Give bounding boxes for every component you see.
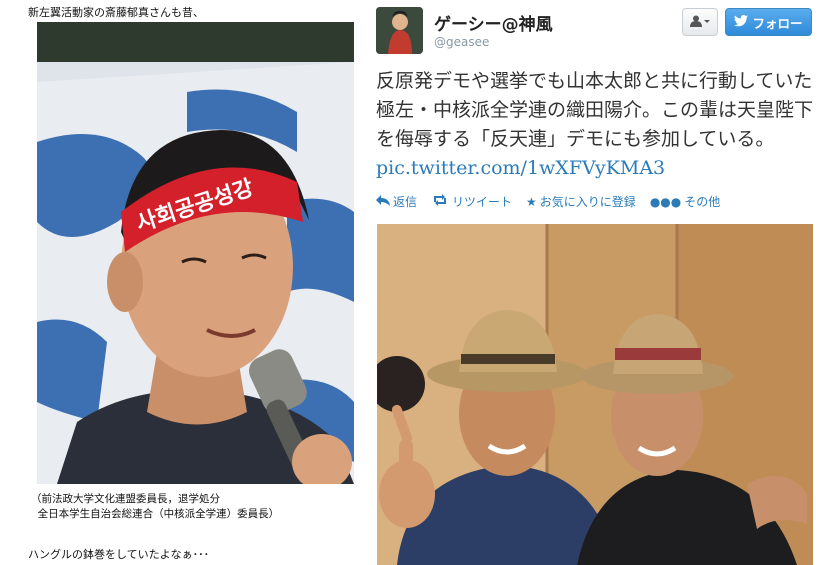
blog-panel: 新左翼活動家の斎藤郁真さんも昔、 사회공공성강 （前法政大学文化連盟委員長，退学… bbox=[0, 0, 365, 565]
retweet-label: リツイート bbox=[452, 195, 513, 209]
star-icon: ★ bbox=[526, 194, 537, 209]
caption-line-1: （前法政大学文化連盟委員長，退学処分 bbox=[31, 493, 220, 505]
tweet-body: 反原発デモや選挙でも山本太郎と共に行動していた極左・中核派全学連の織田陽介。この… bbox=[376, 70, 814, 150]
tweet-card: ゲーシー@神風 @geasee フォロー 反原発デモや選挙でも山本太郎と共に行動… bbox=[368, 0, 820, 565]
reply-label: 返信 bbox=[393, 195, 418, 209]
reply-action[interactable]: 返信 bbox=[376, 193, 417, 210]
tweet-media-link[interactable]: pic.twitter.com/1wXFVyKMA3 bbox=[376, 157, 665, 179]
follow-label: フォロー bbox=[752, 15, 803, 31]
favorite-action[interactable]: ★ お気に入りに登録 bbox=[526, 193, 636, 210]
user-handle[interactable]: @geasee bbox=[434, 35, 489, 49]
follow-button[interactable]: フォロー bbox=[725, 8, 812, 36]
more-dots-icon: ●●● bbox=[649, 194, 682, 209]
caption-line-2: 全日本学生自治会総連合（中核派全学連）委員長） bbox=[31, 508, 280, 520]
favorite-label: お気に入りに登録 bbox=[539, 195, 636, 209]
retweet-action[interactable]: リツイート bbox=[431, 193, 512, 210]
twitter-bird-icon bbox=[734, 14, 749, 30]
avatar[interactable] bbox=[376, 7, 423, 54]
more-label: その他 bbox=[684, 195, 721, 209]
caption-bottom: ハングルの鉢巻をしていたよなぁ･･･ bbox=[28, 548, 210, 561]
tweet-actions: 返信 リツイート ★ お気に入りに登録 ●●● その他 bbox=[376, 193, 720, 210]
tweet-text: 反原発デモや選挙でも山本太郎と共に行動していた極左・中核派全学連の織田陽介。この… bbox=[376, 67, 816, 183]
attached-photo-illustration bbox=[377, 224, 813, 565]
retweet-icon bbox=[431, 194, 449, 209]
reply-icon bbox=[376, 194, 390, 209]
avatar-image bbox=[376, 7, 423, 54]
caption-details: （前法政大学文化連盟委員長，退学処分 全日本学生自治会総連合（中核派全学連）委員… bbox=[31, 492, 279, 522]
attached-photo[interactable] bbox=[377, 224, 813, 565]
activist-photo-illustration: 사회공공성강 bbox=[37, 22, 354, 484]
more-action[interactable]: ●●● その他 bbox=[650, 193, 720, 210]
display-name[interactable]: ゲーシー@神風 bbox=[434, 10, 553, 35]
caption-top: 新左翼活動家の斎藤郁真さんも昔、 bbox=[28, 6, 204, 19]
activist-photo: 사회공공성강 bbox=[37, 22, 354, 484]
person-dropdown-icon bbox=[690, 15, 710, 30]
user-actions-button[interactable] bbox=[682, 8, 718, 36]
